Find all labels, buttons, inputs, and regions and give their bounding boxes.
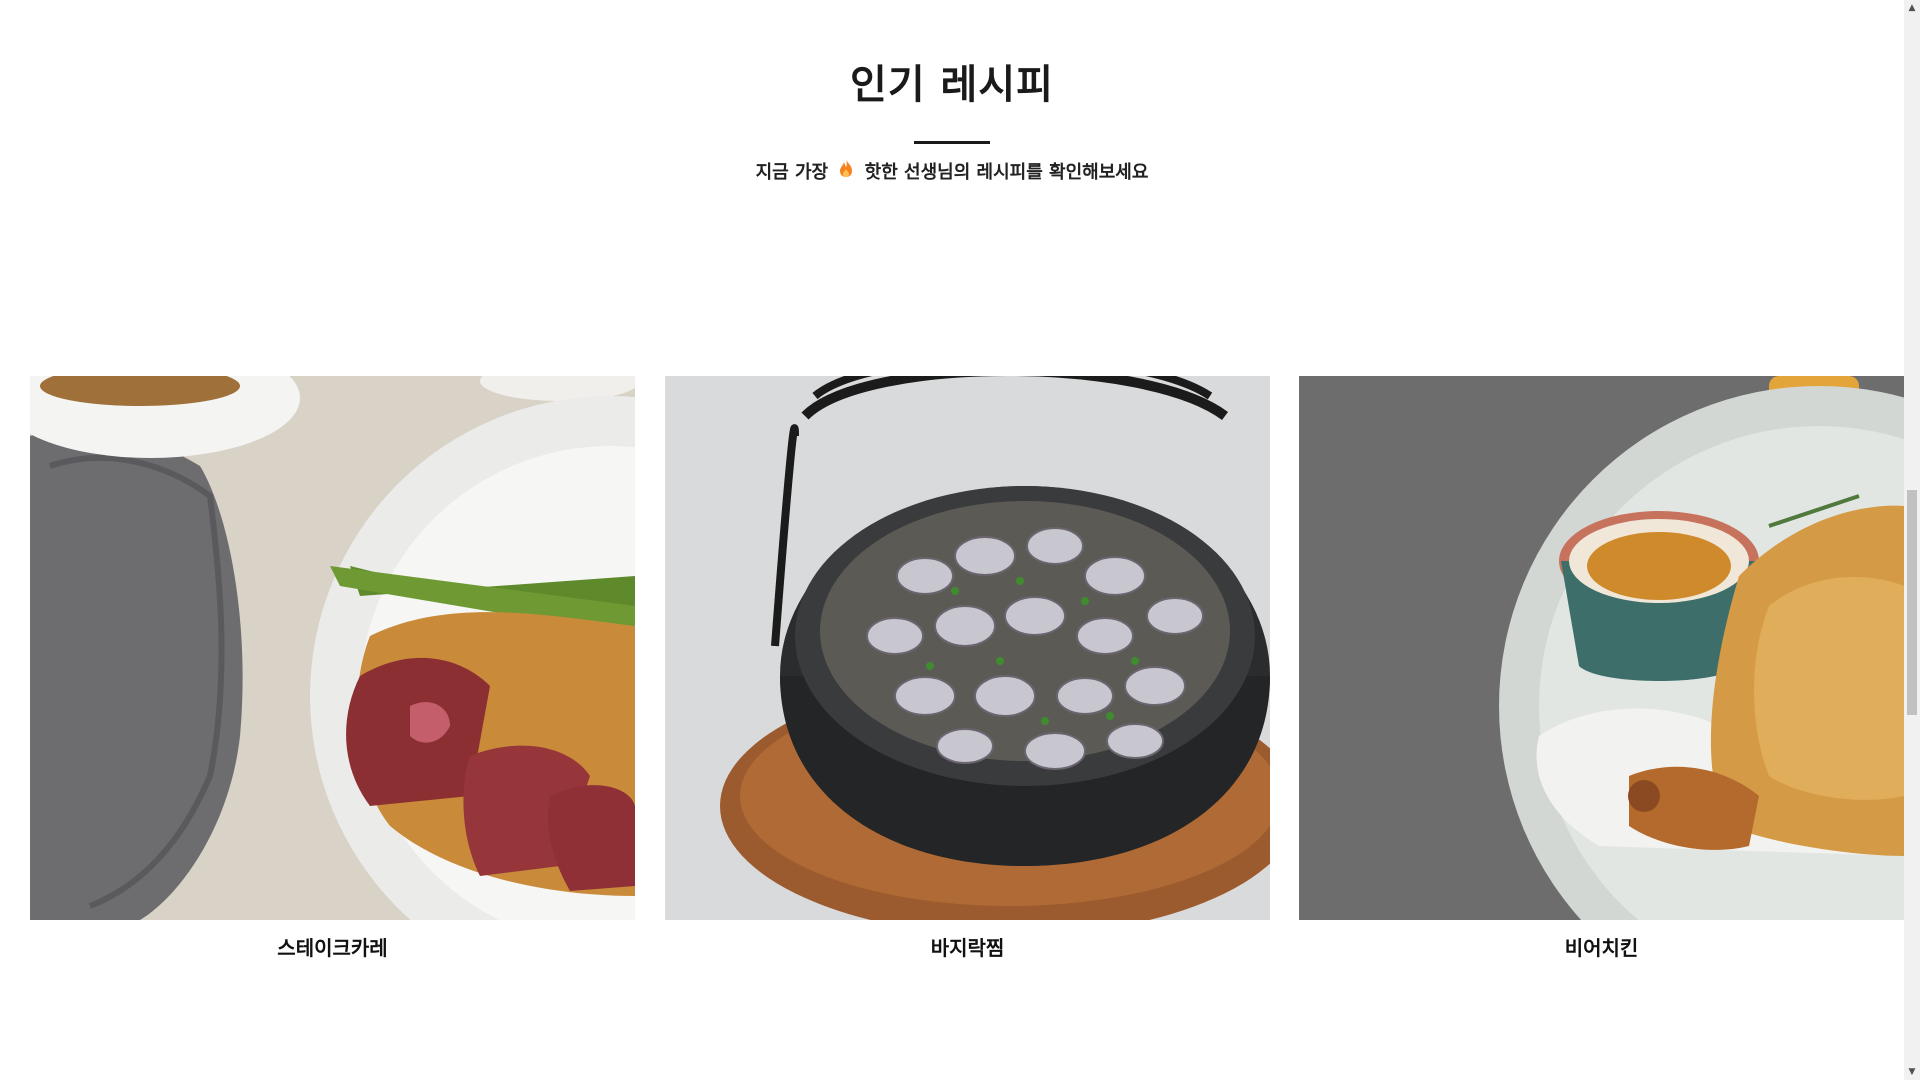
steak-curry-photo[interactable] bbox=[30, 376, 635, 920]
title-divider bbox=[914, 141, 990, 144]
steamed-clams-photo[interactable] bbox=[665, 376, 1270, 920]
scroll-down-arrow-icon[interactable]: ▼ bbox=[1904, 1064, 1920, 1080]
section-title: 인기 레시피 bbox=[850, 62, 1054, 108]
recipe-name[interactable]: 비어치킨 bbox=[1299, 932, 1904, 961]
section-subtitle: 지금 가장 핫한 선생님의 레시피를 확인해보세요 bbox=[0, 158, 1904, 184]
subtitle-text-after: 핫한 선생님의 레시피를 확인해보세요 bbox=[864, 162, 1149, 183]
subtitle-text-before: 지금 가장 bbox=[755, 162, 829, 183]
recipe-name[interactable]: 스테이크카레 bbox=[30, 932, 635, 961]
recipe-card[interactable]: 바지락찜 bbox=[665, 376, 1270, 961]
page-scrollbar[interactable]: ▲ ▼ bbox=[1904, 0, 1920, 1080]
scroll-thumb[interactable] bbox=[1907, 490, 1917, 715]
beer-chicken-photo[interactable] bbox=[1299, 376, 1904, 920]
recipe-name[interactable]: 바지락찜 bbox=[665, 932, 1270, 961]
recipe-card-list: 스테이크카레 바지락찜 비어치킨 bbox=[30, 376, 1904, 976]
popular-recipes-section: 인기 레시피 지금 가장 핫한 선생님의 레시피를 확인해보세요 스테이크카레 … bbox=[0, 0, 1904, 1080]
scroll-up-arrow-icon[interactable]: ▲ bbox=[1904, 0, 1920, 16]
recipe-card[interactable]: 스테이크카레 bbox=[30, 376, 635, 961]
recipe-card[interactable]: 비어치킨 bbox=[1299, 376, 1904, 961]
fire-icon bbox=[838, 158, 854, 183]
